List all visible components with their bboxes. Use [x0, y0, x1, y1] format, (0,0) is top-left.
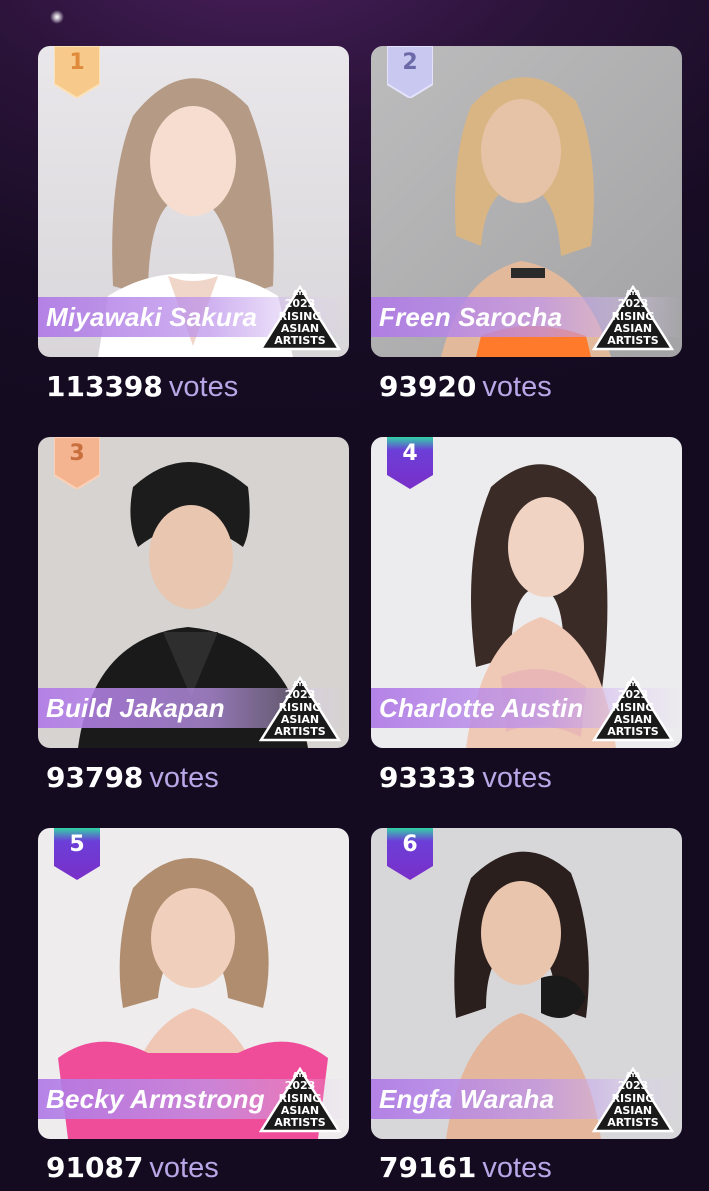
logo-text: AYA — [292, 289, 308, 297]
logo-text: AYA — [625, 680, 641, 688]
logo-text: 2023 — [617, 297, 649, 310]
rank-number: 5 — [69, 832, 85, 857]
vote-number: 113398 — [46, 370, 163, 403]
logo-text: ARTISTS — [274, 1116, 326, 1129]
logo-text: 2023 — [284, 297, 316, 310]
logo-text: ARTISTS — [607, 334, 659, 347]
rising-asian-artists-logo: AYA 2023 RISING ASIAN ARTISTS — [592, 1067, 674, 1133]
rising-asian-artists-logo: AYA 2023 RISING ASIAN ARTISTS — [592, 676, 674, 742]
vote-count: 79161 votes — [379, 1151, 552, 1185]
artist-card-2[interactable]: 2 Freen Sarocha AYA 2023 RISING ASIAN AR… — [371, 46, 682, 357]
logo-text: ASIAN — [280, 322, 320, 335]
logo-text: ARTISTS — [607, 725, 659, 738]
logo-text: RISING — [278, 701, 322, 714]
logo-text: RISING — [611, 310, 655, 323]
vote-number: 93333 — [379, 761, 477, 794]
logo-text: ASIAN — [613, 1104, 653, 1117]
artist-name: Build Jakapan — [46, 693, 225, 723]
vote-count: 113398 votes — [46, 370, 238, 404]
rank-badge: 5 — [54, 828, 100, 880]
artist-card-3[interactable]: 3 Build Jakapan AYA 2023 RISING ASIAN AR… — [38, 437, 349, 748]
logo-text: RISING — [611, 701, 655, 714]
logo-text: ASIAN — [280, 713, 320, 726]
logo-text: AYA — [625, 289, 641, 297]
rank-badge: 4 — [387, 437, 433, 489]
logo-text: RISING — [278, 1092, 322, 1105]
rising-asian-artists-logo: AYA 2023 RISING ASIAN ARTISTS — [259, 1067, 341, 1133]
artist-name: Charlotte Austin — [379, 693, 584, 723]
rising-asian-artists-logo: AYA 2023 RISING ASIAN ARTISTS — [259, 676, 341, 742]
votes-label: votes — [482, 1152, 552, 1184]
rank-badge: 1 — [54, 46, 100, 98]
artist-card-6[interactable]: 6 Engfa Waraha AYA 2023 RISING ASIAN ART… — [371, 828, 682, 1139]
votes-label: votes — [149, 1152, 219, 1184]
logo-text: ARTISTS — [607, 1116, 659, 1129]
vote-count: 91087 votes — [46, 1151, 219, 1185]
logo-text: ARTISTS — [274, 725, 326, 738]
logo-text: RISING — [278, 310, 322, 323]
artist-ranking-grid: 1 Miyawaki Sakura AYA 2023 RISING ASIAN … — [0, 0, 709, 1191]
logo-text: AYA — [625, 1071, 641, 1079]
artist-card-4[interactable]: 4 Charlotte Austin AYA 2023 RISING ASIAN… — [371, 437, 682, 748]
logo-text: 2023 — [284, 688, 316, 701]
vote-number: 93798 — [46, 761, 144, 794]
rising-asian-artists-logo: AYA 2023 RISING ASIAN ARTISTS — [259, 285, 341, 351]
rank-badge: 6 — [387, 828, 433, 880]
logo-text: ASIAN — [280, 1104, 320, 1117]
artist-name: Engfa Waraha — [379, 1084, 555, 1114]
rank-badge: 3 — [54, 437, 100, 489]
logo-text: RISING — [611, 1092, 655, 1105]
rank-number: 6 — [402, 832, 418, 857]
artist-name: Miyawaki Sakura — [46, 302, 258, 332]
logo-text: ASIAN — [613, 713, 653, 726]
artist-card-5[interactable]: 5 Becky Armstrong AYA 2023 RISING ASIAN … — [38, 828, 349, 1139]
logo-text: 2023 — [284, 1079, 316, 1092]
vote-count: 93798 votes — [46, 761, 219, 795]
vote-count: 93920 votes — [379, 370, 552, 404]
rank-number: 4 — [402, 441, 418, 466]
votes-label: votes — [482, 762, 552, 794]
artist-card-1[interactable]: 1 Miyawaki Sakura AYA 2023 RISING ASIAN … — [38, 46, 349, 357]
logo-text: 2023 — [617, 688, 649, 701]
rising-asian-artists-logo: AYA 2023 RISING ASIAN ARTISTS — [592, 285, 674, 351]
votes-label: votes — [149, 762, 219, 794]
rank-badge: 2 — [387, 46, 433, 98]
vote-number: 93920 — [379, 370, 477, 403]
votes-label: votes — [168, 371, 239, 403]
logo-text: ASIAN — [613, 322, 653, 335]
rank-number: 2 — [402, 50, 418, 75]
logo-text: 2023 — [617, 1079, 649, 1092]
logo-text: ARTISTS — [274, 334, 326, 347]
artist-name: Becky Armstrong — [46, 1084, 265, 1114]
logo-text: AYA — [292, 1071, 308, 1079]
rank-number: 3 — [69, 441, 85, 466]
votes-label: votes — [482, 371, 552, 403]
vote-count: 93333 votes — [379, 761, 552, 795]
vote-number: 91087 — [46, 1151, 144, 1184]
vote-number: 79161 — [379, 1151, 477, 1184]
artist-name: Freen Sarocha — [379, 302, 563, 332]
logo-text: AYA — [292, 680, 308, 688]
rank-number: 1 — [69, 50, 85, 75]
